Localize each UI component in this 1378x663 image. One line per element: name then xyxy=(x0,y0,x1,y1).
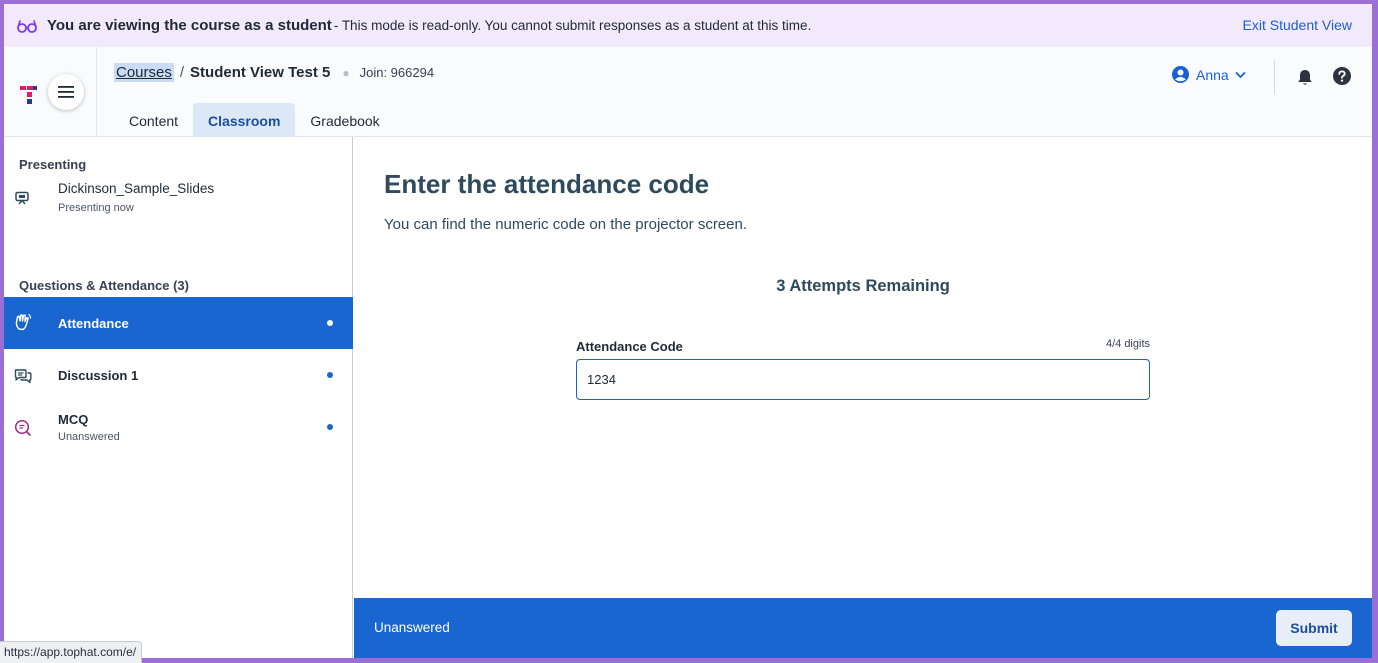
tab-content[interactable]: Content xyxy=(114,103,193,139)
instruction-text: You can find the numeric code on the pro… xyxy=(384,216,748,233)
tab-gradebook[interactable]: Gradebook xyxy=(295,103,394,139)
exit-student-view-link[interactable]: Exit Student View xyxy=(1243,17,1352,33)
user-name: Anna xyxy=(1196,66,1229,83)
digit-counter: 4/4 digits xyxy=(1105,338,1150,350)
app-window: You are viewing the course as a student … xyxy=(4,4,1372,658)
breadcrumb-courses-link[interactable]: Courses xyxy=(114,63,174,82)
sidebar-item-discussion-1[interactable]: Discussion 1 xyxy=(4,349,353,401)
student-view-banner: You are viewing the course as a student … xyxy=(4,4,1372,47)
response-footer: Unanswered Submit xyxy=(354,598,1372,658)
status-dot xyxy=(327,372,333,378)
help-icon[interactable] xyxy=(1333,67,1351,85)
bell-icon[interactable] xyxy=(1297,69,1313,86)
user-avatar-icon xyxy=(1172,66,1189,83)
attempts-remaining: 3 Attempts Remaining xyxy=(776,277,950,295)
classroom-sidebar: Presenting Dickinson_Sample_Slides Prese… xyxy=(4,137,353,658)
sidebar-item-subtitle: Unanswered xyxy=(58,431,120,443)
user-menu[interactable]: Anna xyxy=(1172,66,1246,83)
banner-message: - This mode is read-only. You cannot sub… xyxy=(333,18,812,33)
presenting-title: Presenting xyxy=(19,157,87,172)
status-bar-url: https://app.tophat.com/e/ xyxy=(0,641,143,663)
breadcrumb-separator: / xyxy=(179,64,185,81)
attendance-panel: Enter the attendance code You can find t… xyxy=(354,137,1372,598)
course-header: Courses / Student View Test 5 ● Join: 96… xyxy=(4,47,1372,139)
presenting-item[interactable]: Dickinson_Sample_Slides Presenting now xyxy=(4,181,352,221)
sidebar-item-label: Attendance xyxy=(58,316,129,331)
attendance-code-input[interactable] xyxy=(576,359,1150,400)
response-status: Unanswered xyxy=(374,620,450,635)
presenting-title-text: Dickinson_Sample_Slides xyxy=(58,181,215,196)
status-dot xyxy=(327,320,333,326)
course-tabs: Content Classroom Gradebook xyxy=(114,103,395,139)
glasses-icon xyxy=(16,18,38,34)
status-dot xyxy=(327,424,333,430)
attendance-code-label: Attendance Code xyxy=(576,339,683,354)
sidebar-item-label: Discussion 1 xyxy=(58,368,139,383)
breadcrumb: Courses / Student View Test 5 ● Join: 96… xyxy=(114,63,434,82)
presenting-subtitle: Presenting now xyxy=(58,202,134,214)
banner-title: You are viewing the course as a student xyxy=(47,17,332,34)
sidebar-item-mcq[interactable]: MCQ Unanswered xyxy=(4,401,353,453)
questions-title: Questions & Attendance (3) xyxy=(19,278,189,293)
presentation-icon xyxy=(15,191,29,205)
wave-hand-icon xyxy=(15,313,32,331)
tab-classroom[interactable]: Classroom xyxy=(193,103,296,139)
tophat-logo xyxy=(20,86,37,104)
submit-button[interactable]: Submit xyxy=(1276,610,1352,646)
hamburger-icon xyxy=(58,86,74,98)
discussion-icon xyxy=(14,369,32,384)
breadcrumb-course-name: Student View Test 5 xyxy=(190,64,331,81)
question-icon xyxy=(14,419,31,436)
join-code: Join: 966294 xyxy=(359,65,435,80)
sidebar-item-label: MCQ xyxy=(58,412,89,427)
chevron-down-icon xyxy=(1235,71,1246,78)
page-title: Enter the attendance code xyxy=(384,169,710,199)
header-divider xyxy=(96,47,97,137)
menu-button[interactable] xyxy=(48,74,84,110)
breadcrumb-dot: ● xyxy=(342,65,350,80)
sidebar-item-attendance[interactable]: Attendance xyxy=(4,297,353,349)
header-vertical-divider xyxy=(1274,60,1275,94)
